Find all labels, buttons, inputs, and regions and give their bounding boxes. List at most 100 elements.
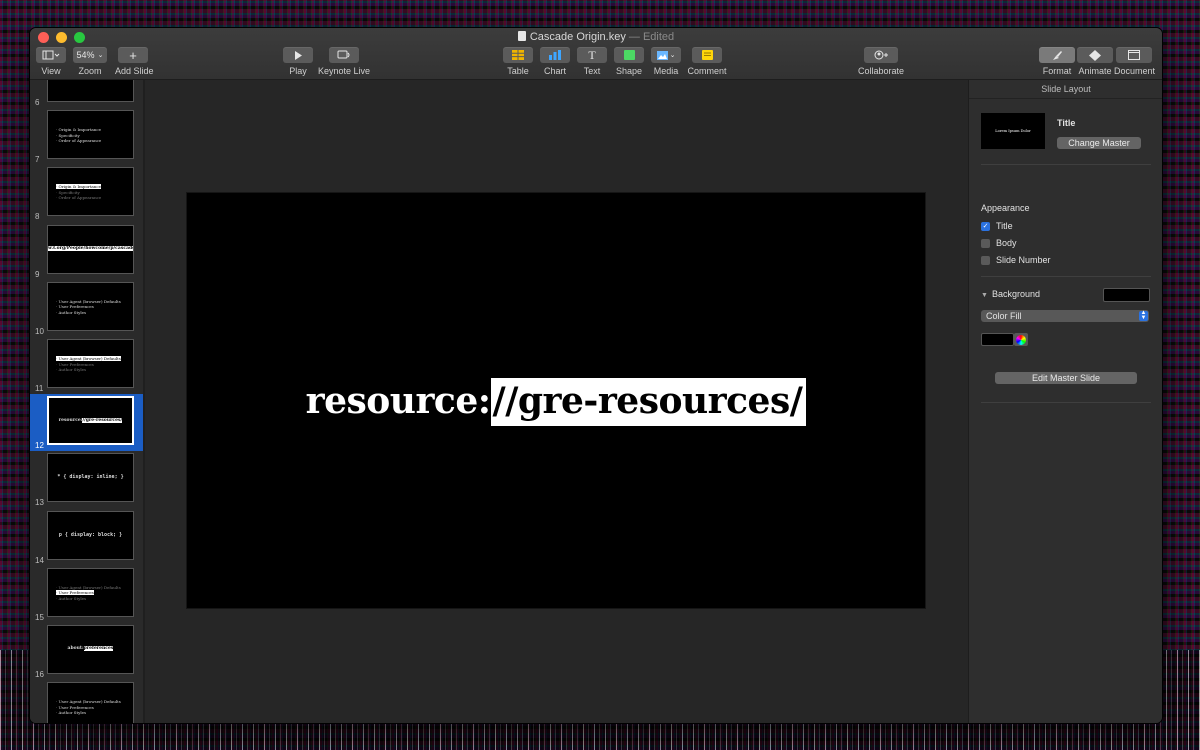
- shape-label: Shape: [615, 66, 643, 76]
- appearance-heading: Appearance: [981, 203, 1030, 213]
- zoom-tool[interactable]: 54% ⌄ Zoom: [73, 47, 107, 76]
- shape-tool[interactable]: Shape: [613, 47, 645, 76]
- slide-thumbnail-8[interactable]: · Origin & Importance · Specificity · Orde…: [30, 165, 143, 222]
- slide-preview: about:preferences: [47, 625, 134, 674]
- media-tool[interactable]: ⌄ Media: [650, 47, 682, 76]
- add-slide-label: Add Slide: [115, 66, 154, 76]
- slide-number-checkbox-label: Slide Number: [996, 255, 1051, 265]
- slide-thumbnail-13[interactable]: * { display: inline; } 13: [30, 451, 143, 508]
- text-icon: T: [588, 47, 596, 62]
- zoom-value: 54%: [76, 50, 95, 60]
- keynote-live-button[interactable]: [329, 47, 359, 63]
- document-icon: [1128, 50, 1140, 60]
- comment-tool[interactable]: Comment: [687, 47, 727, 76]
- slide-number-label: 16: [35, 670, 44, 679]
- slide-preview-line: · Origin & Importance: [56, 184, 101, 190]
- change-master-button[interactable]: Change Master: [1057, 137, 1141, 149]
- slide-preview-line: · Author Styles: [56, 309, 87, 315]
- format-label: Format: [1042, 66, 1072, 76]
- table-icon: [512, 50, 524, 60]
- slide-preview: · User Agent (browser) Defaults · User Pr…: [47, 567, 134, 617]
- chart-icon: [549, 50, 561, 60]
- slide-preview: · Origin & Importance · Specificity · Orde…: [47, 167, 134, 217]
- zoom-popup[interactable]: 54% ⌄: [73, 47, 107, 63]
- keynote-window: Cascade Origin.key — Edited View 54% ⌄ Z…: [30, 28, 1162, 723]
- slide-thumbnail-9[interactable]: w3.org/People/howcome/p/cascade.html 9: [30, 223, 143, 280]
- animate-button[interactable]: [1077, 47, 1113, 63]
- zoom-label: Zoom: [78, 66, 102, 76]
- play-tool[interactable]: Play: [282, 47, 314, 76]
- view-tool[interactable]: View: [36, 47, 66, 76]
- slide-number-checkbox-row[interactable]: Slide Number: [981, 255, 1051, 265]
- slide-title-text[interactable]: resource://gre-resources/: [306, 377, 807, 426]
- play-button[interactable]: [283, 47, 313, 63]
- slide-preview-line: · Specificity: [56, 189, 80, 195]
- fill-color-swatch[interactable]: [981, 333, 1014, 346]
- slide-thumbnail-7[interactable]: · Origin & Importance · Specificity · Orde…: [30, 108, 143, 165]
- table-tool[interactable]: Table: [502, 47, 534, 76]
- slide-navigator[interactable]: 6 · Origin & Importance · Specificity · Ord…: [30, 80, 143, 723]
- slide-number-label: 8: [35, 212, 40, 222]
- view-button[interactable]: [36, 47, 66, 63]
- keynote-live-tool[interactable]: Keynote Live: [318, 47, 370, 76]
- text-tool[interactable]: T Text: [576, 47, 608, 76]
- media-label: Media: [653, 66, 679, 76]
- body-checkbox-row[interactable]: Body: [981, 238, 1017, 248]
- media-icon: [656, 50, 668, 60]
- shape-button[interactable]: [614, 47, 644, 63]
- master-thumbnail[interactable]: Lorem Ipsum Dolor: [981, 113, 1045, 149]
- document-button[interactable]: [1116, 47, 1152, 63]
- slide-thumbnail-15[interactable]: · User Agent (browser) Defaults · User Pr…: [30, 566, 143, 623]
- title-checkbox-row[interactable]: ✓ Title: [981, 221, 1013, 231]
- slide-preview: p { display: block; }: [47, 510, 134, 560]
- body-checkbox[interactable]: [981, 238, 990, 248]
- background-heading[interactable]: ▼ Background: [981, 289, 1040, 299]
- slide-preview-text: w3.org/People/howcome/p/cascade.html: [48, 245, 133, 251]
- add-slide-button[interactable]: +: [118, 47, 148, 63]
- comment-button[interactable]: [692, 47, 722, 63]
- slide-thumbnail-12[interactable]: resource://gre-resources/12: [30, 394, 143, 452]
- chart-tool[interactable]: Chart: [539, 47, 571, 76]
- edit-master-slide-button[interactable]: Edit Master Slide: [995, 372, 1137, 384]
- table-button[interactable]: [503, 47, 533, 63]
- slide-preview-line: · Order of Appearance: [56, 138, 102, 144]
- slide-number-checkbox[interactable]: [981, 255, 990, 265]
- slide-thumbnail-11[interactable]: · User Agent (browser) Defaults · User Pr…: [30, 337, 143, 394]
- slide-thumbnail-16[interactable]: about:preferences 16: [30, 623, 143, 680]
- slide-thumbnail-10[interactable]: · User Agent (browser) Defaults · User Pr…: [30, 280, 143, 337]
- slide-preview: [47, 80, 134, 102]
- slide-preview-line: · User Agent (browser) Defaults: [56, 584, 121, 590]
- collaborate-tool[interactable]: Collaborate: [857, 47, 905, 76]
- slide-preview-lines: · Origin & Importance · Specificity · Orde…: [56, 184, 101, 201]
- document-tool[interactable]: Document: [1114, 47, 1155, 76]
- background-color-well[interactable]: [1103, 288, 1150, 302]
- slide-thumbnail-14[interactable]: p { display: block; } 14: [30, 509, 143, 566]
- current-slide[interactable]: resource://gre-resources/: [187, 193, 925, 608]
- slide-preview-line: · Author Styles: [56, 710, 87, 716]
- color-wheel-button[interactable]: [1014, 333, 1028, 346]
- slide-preview-lines: · User Agent (browser) Defaults · User Pr…: [56, 585, 121, 602]
- text-label: Text: [583, 66, 601, 76]
- slide-thumbnail-17[interactable]: · User Agent (browser) Defaults · User Pr…: [30, 680, 143, 723]
- format-tool[interactable]: Format: [1038, 47, 1076, 76]
- slide-preview-text: about:: [67, 646, 84, 651]
- comment-label: Comment: [687, 66, 727, 76]
- slide-canvas[interactable]: resource://gre-resources/: [145, 80, 969, 723]
- slide-thumbnail-6[interactable]: 6: [30, 80, 143, 108]
- chart-button[interactable]: [540, 47, 570, 63]
- slide-preview-text: resource:: [58, 418, 83, 424]
- animate-tool[interactable]: Animate: [1076, 47, 1114, 76]
- collaborate-button[interactable]: [864, 47, 898, 63]
- master-thumbnail-text: Lorem Ipsum Dolor: [995, 129, 1031, 133]
- fill-type-select[interactable]: Color Fill ▲ ▼: [981, 310, 1149, 322]
- format-button[interactable]: [1039, 47, 1075, 63]
- title-checkbox[interactable]: ✓: [981, 221, 990, 231]
- slide-preview: · Origin & Importance · Specificity · Orde…: [47, 110, 134, 160]
- chevron-down-icon: ⌄: [97, 52, 104, 59]
- media-button[interactable]: ⌄: [651, 47, 681, 63]
- view-label: View: [41, 66, 61, 76]
- add-slide-tool[interactable]: + Add Slide: [115, 47, 154, 76]
- select-arrows-icon: ▲ ▼: [1139, 310, 1148, 321]
- slide-preview-line: · Author Styles: [56, 367, 87, 372]
- text-button[interactable]: T: [577, 47, 607, 63]
